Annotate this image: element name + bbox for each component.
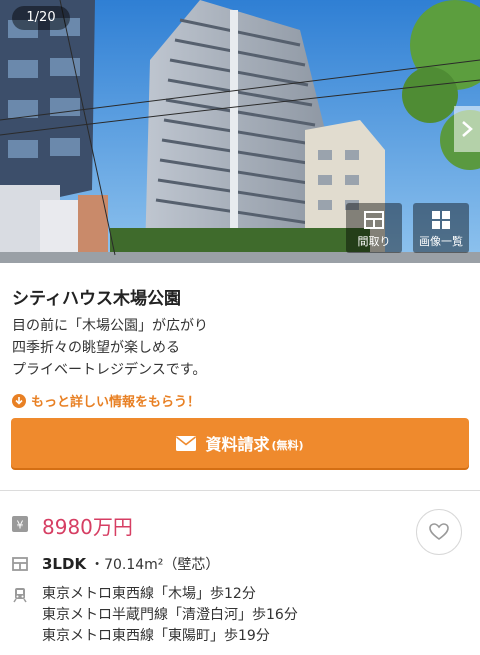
request-info-button[interactable]: 資料請求 (無料) [11,418,469,468]
chevron-right-icon [462,121,473,137]
more-info-link[interactable]: もっと詳しい情報をもらう！ [12,391,200,410]
property-photo[interactable]: 1/20 間取り 画像一覧 [0,0,480,263]
download-icon [12,393,26,408]
station-item: 東京メトロ東西線「東陽町」歩19分 [42,628,270,644]
layout-type: 3LDK [42,555,87,573]
next-photo-button[interactable] [454,106,480,152]
layout-icon [12,557,28,571]
heart-icon [429,523,449,540]
floor-plan-icon [364,211,384,229]
price: 8980万円 [42,515,133,539]
building-photo [0,0,480,263]
layout-detail: ・70.14m²（壁芯） [90,557,220,573]
floor-plan-button[interactable]: 間取り [346,203,402,253]
station-list: 東京メトロ東西線「木場」歩12分 東京メトロ半蔵門線「清澄白河」歩16分 東京メ… [42,584,298,647]
svg-text:¥: ¥ [17,519,24,532]
property-description: 目の前に「木場公園」が広がり 四季折々の眺望が楽しめる プライベートレジデンスで… [12,318,208,378]
mail-icon [176,435,197,451]
gallery-list-label: 画像一覧 [419,235,463,248]
section-divider [0,490,480,491]
gallery-list-button[interactable]: 画像一覧 [413,203,469,253]
train-icon [13,588,27,603]
floor-plan-label: 間取り [357,235,391,248]
request-button-label: 資料請求 [205,435,270,454]
favorite-button[interactable] [416,509,462,555]
property-name: シティハウス木場公園 [12,289,181,309]
station-item: 東京メトロ東西線「木場」歩12分 [42,586,256,602]
request-button-sublabel: (無料) [271,438,304,452]
grid-icon [432,211,450,229]
station-item: 東京メトロ半蔵門線「清澄白河」歩16分 [42,607,298,623]
yen-icon: ¥ [12,516,28,532]
photo-counter: 1/20 [12,6,70,30]
layout-info: 3LDK ・70.14m²（壁芯） [42,554,219,574]
more-info-label: もっと詳しい情報をもらう！ [31,395,201,410]
